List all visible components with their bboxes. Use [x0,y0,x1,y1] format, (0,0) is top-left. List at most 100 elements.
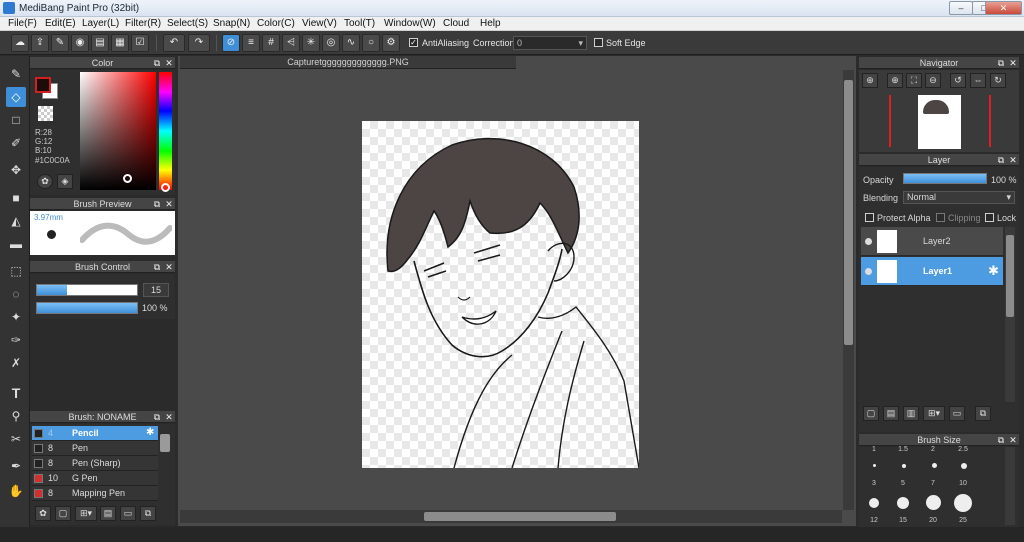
checklist-icon[interactable]: ☑ [131,34,149,52]
grid-panel-icon[interactable]: ▦ [111,34,129,52]
snap-off-icon[interactable]: ⊘ [222,34,240,52]
canvas-vertical-scrollbar[interactable] [843,70,854,510]
close-icon[interactable]: ✕ [164,198,174,210]
menu-cloud[interactable]: Cloud [443,18,469,29]
layer-opacity-slider[interactable] [903,173,987,184]
close-icon[interactable]: ✕ [1008,57,1018,69]
correction-select[interactable]: 0 ▾ [513,36,587,50]
antialiasing-checkbox[interactable]: ✓ [409,38,418,47]
zoom-in-icon[interactable]: ⊕ [862,73,878,88]
fill-shape-tool-icon[interactable]: ■ [6,188,26,208]
float-icon[interactable]: ⧉ [996,57,1006,69]
float-icon[interactable]: ⧉ [152,198,162,210]
palette-icon[interactable]: ✿ [37,174,53,189]
brush-item-pen-sharp[interactable]: 8 Pen (Sharp) [32,456,158,471]
layer-row-layer1[interactable]: Layer1 ✱ [861,257,1003,286]
close-icon[interactable]: ✕ [164,411,174,423]
visibility-eye-icon[interactable] [865,268,872,275]
concentric-snap-icon[interactable]: ◎ [322,34,340,52]
close-icon[interactable]: ✕ [1008,434,1018,446]
vertical-scroll-thumb[interactable] [844,80,853,345]
layer-scroll-thumb[interactable] [1006,235,1014,317]
visibility-eye-icon[interactable] [865,238,872,245]
canvas-horizontal-scrollbar[interactable] [180,510,842,523]
float-icon[interactable]: ⧉ [152,411,162,423]
circle-snap-icon[interactable]: ○ [362,34,380,52]
close-icon[interactable]: ✕ [1008,154,1018,166]
new-layer-alt-icon[interactable]: ▤ [883,406,899,421]
grid-snap-icon[interactable]: # [262,34,280,52]
close-icon[interactable]: ✕ [164,57,174,69]
menu-help[interactable]: Help [480,18,501,29]
drawing-canvas[interactable] [362,121,640,469]
hand-tool-icon[interactable]: ✋ [6,481,26,501]
float-icon[interactable]: ⧉ [152,57,162,69]
hue-handle[interactable] [161,183,170,192]
divide-tool-icon[interactable]: ✂ [6,429,26,449]
menu-snap[interactable]: Snap(N) [213,18,250,29]
brush-list-scrollbar[interactable] [160,434,170,452]
brush-size-scrollbar[interactable] [1005,447,1015,525]
protect-alpha-checkbox[interactable] [865,213,874,222]
lock-checkbox[interactable] [985,213,994,222]
layer-list-scrollbar[interactable] [1005,227,1015,402]
brush-item-mapping-pen[interactable]: 8 Mapping Pen [32,486,158,501]
float-icon[interactable]: ⧉ [996,154,1006,166]
close-icon[interactable]: ✕ [164,261,174,273]
menu-layer[interactable]: Layer(L) [82,18,119,29]
brush-cloud-icon[interactable]: ✿ [35,506,51,521]
saturation-value-picker[interactable] [80,72,156,190]
brush-size-option[interactable] [954,494,972,512]
select-eraser-icon[interactable]: ✗ [6,353,26,373]
add-layer-menu-icon[interactable]: ⊞▾ [923,406,945,421]
menu-select[interactable]: Select(S) [167,18,208,29]
menu-filter[interactable]: Filter(R) [125,18,161,29]
bucket-tool-icon[interactable]: ◭ [6,211,26,231]
foreground-color-swatch[interactable] [35,77,51,93]
blending-select[interactable]: Normal ▾ [903,191,1015,204]
magic-wand-tool-icon[interactable]: ✦ [6,307,26,327]
brush-settings-gear-icon[interactable]: ✱ [146,427,154,438]
color-settings-icon[interactable]: ◈ [57,174,73,189]
zoom-in-alt-icon[interactable]: ⊕ [887,73,903,88]
color-picker-handle[interactable] [123,174,132,183]
navigator-preview[interactable] [859,92,1019,152]
layer-row-layer2[interactable]: Layer2 [861,227,1003,256]
brush-opacity-slider[interactable] [36,302,138,314]
export-icon[interactable]: ⇪ [31,34,49,52]
brush-size-option[interactable] [869,498,879,508]
float-icon[interactable]: ⧉ [996,434,1006,446]
brush-properties-icon[interactable]: ▤ [100,506,116,521]
clipping-checkbox[interactable] [936,213,945,222]
menu-tool[interactable]: Tool(T) [344,18,375,29]
new-layer-icon[interactable]: ▢ [863,406,879,421]
dot-tool-icon[interactable]: □ [6,110,26,130]
parallel-snap-icon[interactable]: ≡ [242,34,260,52]
layer-settings-gear-icon[interactable]: ✱ [988,263,999,279]
menu-window[interactable]: Window(W) [384,18,436,29]
brush-size-option[interactable] [897,497,909,509]
undo-icon[interactable]: ↶ [163,34,185,52]
document-icon[interactable]: ▤ [91,34,109,52]
lasso-tool-icon[interactable]: ◌ [6,284,26,304]
add-brush-icon[interactable]: ⊞▾ [75,506,97,521]
flip-view-icon[interactable]: ⇔ [970,73,986,88]
soft-edge-checkbox[interactable] [594,38,603,47]
text-tool-icon[interactable]: T [6,383,26,403]
curve-snap-icon[interactable]: ∿ [342,34,360,52]
rotate-right-icon[interactable]: ↻ [990,73,1006,88]
brush-size-slider[interactable] [36,284,138,296]
minimize-button[interactable]: – [949,1,973,15]
zoom-out-icon[interactable]: ⊖ [925,73,941,88]
brush-size-value[interactable]: 15 [143,283,169,297]
brush-size-option[interactable] [926,495,941,510]
brush-item-g-pen[interactable]: 10 G Pen [32,471,158,486]
brush-item-pencil[interactable]: 4 Pencil ✱ [32,426,158,441]
duplicate-layer-icon[interactable]: ⧉ [975,406,991,421]
brush-tool-icon[interactable]: ✎ [6,64,26,84]
select-pen-tool-icon[interactable]: ✐ [6,133,26,153]
fit-view-icon[interactable]: ⛶ [906,73,922,88]
brush-size-option[interactable] [902,464,906,468]
new-brush-icon[interactable]: ▢ [55,506,71,521]
settings-gear-icon[interactable]: ⚙ [382,34,400,52]
